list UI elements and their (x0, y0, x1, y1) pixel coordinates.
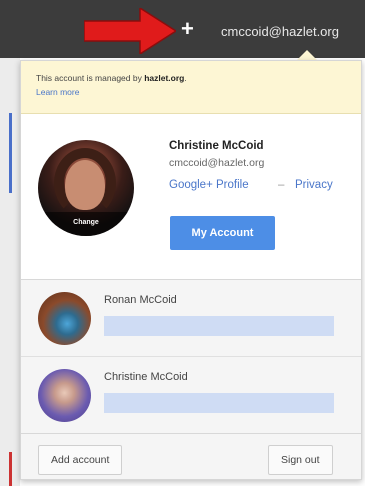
other-accounts-list: Ronan McCoid Christine McCoid (21, 279, 361, 434)
account-email-top[interactable]: cmccoid@hazlet.org (221, 24, 339, 39)
account-email-redacted (104, 393, 334, 413)
add-account-button[interactable]: Add account (38, 445, 123, 475)
my-account-button[interactable]: My Account (170, 216, 275, 250)
account-avatar (38, 292, 91, 345)
current-user-name: Christine McCoid (169, 140, 264, 152)
managed-account-notice: This account is managed by hazlet.org. L… (21, 61, 361, 114)
account-row-ronan[interactable]: Ronan McCoid (21, 280, 361, 357)
avatar-face (65, 160, 105, 210)
account-avatar (38, 369, 91, 422)
account-name: Ronan McCoid (104, 294, 177, 306)
managed-notice-text: This account is managed by hazlet.org. (36, 73, 187, 83)
link-separator: – (278, 179, 285, 191)
popup-caret (297, 50, 317, 60)
managed-domain: hazlet.org (144, 73, 185, 83)
current-user-email: cmccoid@hazlet.org (169, 157, 265, 169)
sign-out-button[interactable]: Sign out (268, 445, 333, 475)
account-row-christine[interactable]: Christine McCoid (21, 357, 361, 433)
background-accent-red (9, 452, 12, 486)
red-arrow-annotation (84, 8, 176, 54)
privacy-link[interactable]: Privacy (295, 179, 333, 191)
account-email-redacted (104, 316, 334, 336)
google-plus-profile-link[interactable]: Google+ Profile (169, 179, 249, 191)
account-popup: This account is managed by hazlet.org. L… (20, 60, 362, 480)
background-accent-blue (9, 113, 12, 193)
popup-footer: Add account Sign out (21, 433, 361, 479)
current-user-avatar[interactable]: Change (38, 140, 134, 236)
account-name: Christine McCoid (104, 371, 188, 383)
learn-more-link[interactable]: Learn more (36, 87, 79, 97)
change-photo-label[interactable]: Change (38, 212, 134, 236)
plus-icon[interactable]: + (181, 18, 194, 40)
